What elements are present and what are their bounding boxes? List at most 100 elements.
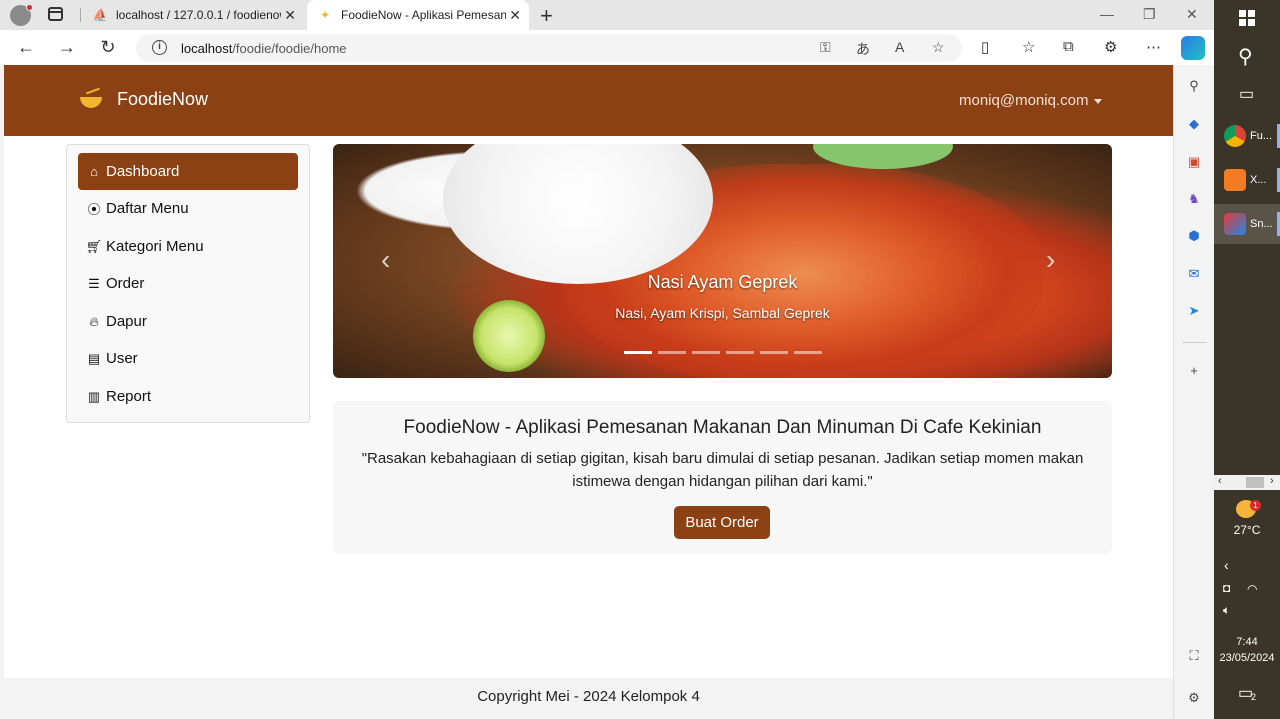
sidebar-item-label: Daftar Menu bbox=[106, 200, 189, 217]
address-bar[interactable]: i localhost/foodie/foodie/home ⚿ あ A ☆ bbox=[136, 34, 962, 62]
toolbox-icon[interactable]: ▣ bbox=[1185, 153, 1203, 171]
minimize-icon[interactable]: — bbox=[1100, 6, 1114, 22]
back-icon[interactable]: ← bbox=[15, 37, 37, 58]
bowl-logo-icon bbox=[80, 87, 102, 108]
sidebar-item-label: Dapur bbox=[106, 313, 147, 330]
tab-phpmyadmin[interactable]: ⛵ localhost / 127.0.0.1 / foodienow ✕ bbox=[82, 0, 304, 30]
horizontal-scrollbar[interactable]: ‹ › bbox=[1214, 475, 1280, 490]
windows-start-icon[interactable] bbox=[1239, 10, 1255, 26]
read-aloud-icon[interactable]: A bbox=[895, 39, 904, 55]
report-icon: ▥ bbox=[87, 388, 101, 404]
shopping-tag-icon[interactable]: ◆ bbox=[1185, 115, 1203, 133]
browser-window: ⛵ localhost / 127.0.0.1 / foodienow ✕ ✦ … bbox=[0, 0, 1214, 719]
sidebar: ⌂ Dashboard ⦿ Daftar Menu 🛒︎ Kategori Menu … bbox=[66, 144, 310, 423]
translate-icon[interactable]: あ bbox=[856, 39, 870, 59]
meet-icon[interactable]: ◘ bbox=[1223, 581, 1230, 595]
tab-foodienow[interactable]: ✦ FoodieNow - Aplikasi Pemesanan ✕ bbox=[307, 0, 529, 30]
tab-actions-icon[interactable] bbox=[48, 7, 63, 21]
sidebar-item-dapur[interactable]: 🔥︎ Dapur bbox=[78, 303, 298, 340]
hero-quote: "Rasakan kebahagiaan di setiap gigitan, … bbox=[361, 450, 1084, 490]
snipping-tool-icon bbox=[1224, 213, 1246, 235]
more-icon[interactable]: ⋯ bbox=[1146, 38, 1161, 56]
sidebar-item-report[interactable]: ▥ Report bbox=[78, 378, 298, 415]
favorites-icon[interactable]: ☆ bbox=[1022, 38, 1035, 56]
new-tab-icon[interactable]: + bbox=[540, 3, 553, 29]
extensions-icon[interactable]: ⚙ bbox=[1104, 38, 1117, 56]
scroll-right-icon[interactable]: › bbox=[1270, 475, 1274, 487]
refresh-icon[interactable]: ↻ bbox=[97, 37, 119, 58]
scroll-thumb[interactable] bbox=[1246, 477, 1264, 488]
clock-time[interactable]: 7:44 bbox=[1214, 636, 1280, 648]
sidebar-item-kategori-menu[interactable]: 🛒︎ Kategori Menu bbox=[78, 228, 298, 265]
favorite-star-icon[interactable]: ☆ bbox=[932, 39, 945, 56]
wifi-icon[interactable]: ◠ bbox=[1247, 582, 1257, 596]
taskbar-app-chrome[interactable]: Fu... bbox=[1214, 116, 1280, 156]
restore-icon[interactable]: ❐ bbox=[1143, 6, 1156, 23]
send-icon[interactable]: ➤ bbox=[1185, 302, 1203, 320]
task-view-icon[interactable]: ▭ bbox=[1239, 84, 1254, 104]
volume-icon[interactable]: 🔈︎ bbox=[1223, 603, 1230, 618]
carousel-caption-title: Nasi Ayam Geprek bbox=[647, 272, 798, 292]
collections-icon[interactable]: ⧉ bbox=[1063, 38, 1074, 55]
fire-icon: 🔥︎ bbox=[89, 313, 99, 329]
chevron-left-icon[interactable]: ‹ bbox=[1224, 557, 1229, 573]
buat-order-button[interactable]: Buat Order bbox=[674, 506, 770, 539]
search-icon[interactable]: ⚲ bbox=[1238, 44, 1253, 69]
hero-title: FoodieNow - Aplikasi Pemesanan Makanan D… bbox=[403, 417, 1042, 438]
app-navbar: FoodieNow moniq@moniq.com bbox=[4, 65, 1173, 136]
temperature[interactable]: 27°C bbox=[1214, 523, 1280, 537]
forward-icon[interactable]: → bbox=[56, 37, 78, 58]
close-window-icon[interactable]: ✕ bbox=[1186, 6, 1198, 23]
carousel-indicator[interactable] bbox=[692, 351, 720, 354]
sidebar-item-label: Kategori Menu bbox=[106, 238, 204, 255]
microsoft-365-icon[interactable]: ⬢ bbox=[1185, 227, 1203, 245]
chevron-down-icon bbox=[1094, 98, 1103, 104]
food-carousel: ‹ › Nasi Ayam Geprek Nasi, Ayam Krispi, … bbox=[333, 144, 1112, 378]
settings-gear-icon[interactable]: ⚙ bbox=[1185, 689, 1203, 707]
copilot-icon[interactable] bbox=[1181, 36, 1205, 60]
tab-bar: ⛵ localhost / 127.0.0.1 / foodienow ✕ ✦ … bbox=[0, 0, 1214, 30]
add-icon[interactable]: + bbox=[1185, 361, 1203, 379]
xampp-icon bbox=[1224, 169, 1246, 191]
sidebar-item-daftar-menu[interactable]: ⦿ Daftar Menu bbox=[78, 190, 298, 227]
carousel-indicator[interactable] bbox=[658, 351, 686, 354]
notification-dot bbox=[26, 4, 33, 11]
taskbar-app-label: Sn... bbox=[1250, 218, 1273, 230]
screenshot-icon[interactable]: ⛶ bbox=[1185, 647, 1203, 665]
carousel-indicator[interactable] bbox=[624, 351, 652, 354]
taskbar-app-xampp[interactable]: X... bbox=[1214, 160, 1280, 200]
taskbar-app-label: X... bbox=[1250, 174, 1267, 186]
outlook-icon[interactable]: ✉ bbox=[1185, 265, 1203, 283]
scroll-left-icon[interactable]: ‹ bbox=[1218, 475, 1222, 487]
url-host: localhost bbox=[181, 41, 233, 56]
sidebar-item-order[interactable]: ☰ Order bbox=[78, 265, 298, 302]
info-icon[interactable]: i bbox=[152, 40, 167, 55]
page-viewport: FoodieNow moniq@moniq.com ⌂ Dashboard ⦿ Da… bbox=[4, 65, 1173, 715]
sidebar-item-label: User bbox=[106, 350, 138, 367]
key-icon[interactable]: ⚿ bbox=[820, 39, 831, 56]
sidebar-item-label: Report bbox=[106, 388, 152, 405]
sidebar-item-dashboard[interactable]: ⌂ Dashboard bbox=[78, 153, 298, 190]
carousel-indicator[interactable] bbox=[794, 351, 822, 354]
carousel-indicator[interactable] bbox=[726, 351, 754, 354]
close-tab-icon[interactable]: ✕ bbox=[284, 7, 296, 24]
tab-title: localhost / 127.0.0.1 / foodienow bbox=[116, 8, 281, 22]
footer: Copyright Mei - 2024 Kelompok 4 bbox=[4, 678, 1173, 715]
receipt-icon: ☰ bbox=[88, 275, 100, 291]
profile-avatar[interactable] bbox=[10, 4, 33, 26]
url-text[interactable]: localhost/foodie/foodie/home bbox=[181, 41, 347, 56]
carousel-indicator[interactable] bbox=[760, 351, 788, 354]
notification-count: 2 bbox=[1251, 692, 1257, 702]
split-screen-icon[interactable]: ▯ bbox=[981, 38, 989, 56]
sidebar-item-user[interactable]: ▤ User bbox=[78, 340, 298, 377]
games-icon[interactable]: ♞ bbox=[1185, 190, 1203, 208]
footer-copyright: Copyright Mei - 2024 Kelompok 4 bbox=[477, 688, 700, 705]
foodienow-icon: ✦ bbox=[319, 8, 331, 22]
search-icon[interactable]: ⚲ bbox=[1185, 77, 1203, 95]
clock-date[interactable]: 23/05/2024 bbox=[1214, 652, 1280, 664]
cart-icon: 🛒︎ bbox=[85, 238, 103, 254]
taskbar-app-snipping[interactable]: Sn... bbox=[1214, 204, 1280, 244]
user-dropdown[interactable]: moniq@moniq.com bbox=[959, 92, 1103, 109]
brand-name[interactable]: FoodieNow bbox=[117, 89, 208, 110]
close-tab-icon[interactable]: ✕ bbox=[509, 7, 521, 24]
